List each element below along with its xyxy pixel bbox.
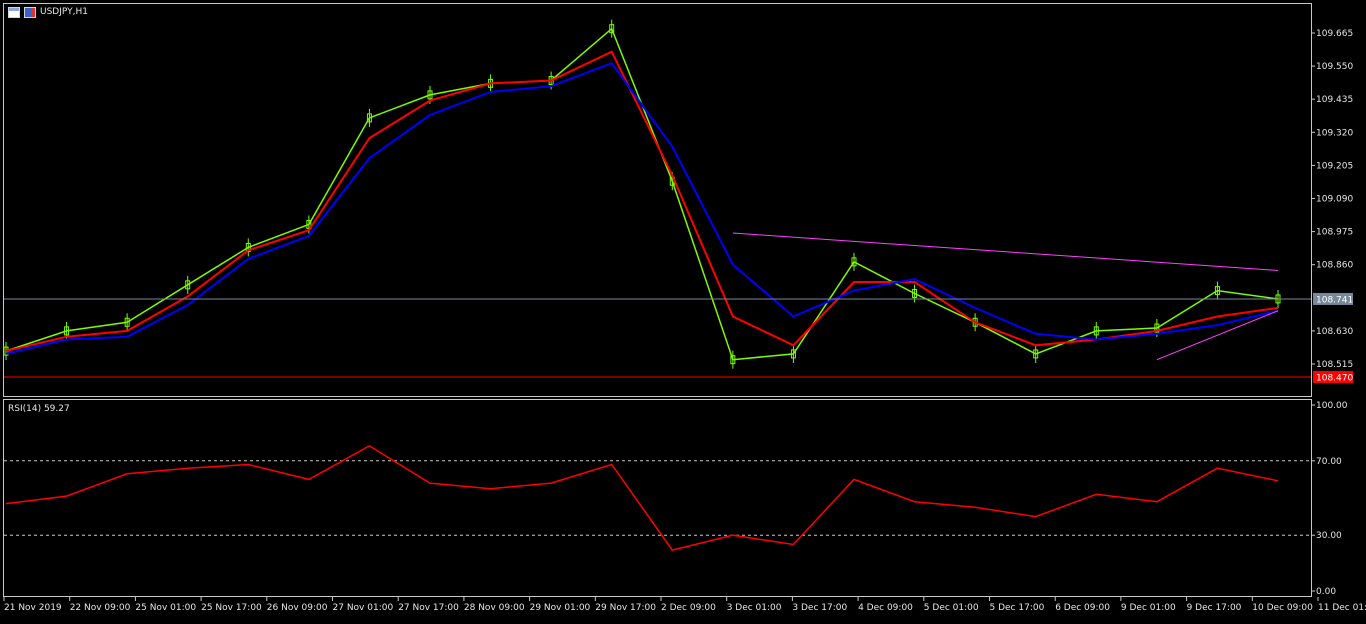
price-tick-label: 109.435 [1316,95,1353,105]
window-icon [8,6,20,18]
time-tick-label: 3 Dec 17:00 [792,603,847,613]
time-tick-label: 3 Dec 01:00 [727,603,782,613]
chart-window[interactable]: 109.665 109.550 109.435 109.320 109.205 109.0… [0,0,1366,620]
chart-header: USDJPY,H1 [8,5,88,19]
time-tick-label: 10 Dec 09:00 [1252,603,1313,613]
price-tick-label: 109.665 [1316,29,1353,39]
time-tick-label: 29 Nov 01:00 [530,603,591,613]
time-tick-label: 27 Nov 01:00 [333,603,394,613]
price-tick-label: 109.320 [1316,128,1353,138]
chart-canvas[interactable]: 109.665 109.550 109.435 109.320 109.205 109.0… [0,0,1366,620]
level-price-label: 108.470 [1316,373,1353,383]
current-price-label: 108.741 [1316,295,1353,305]
time-tick-label: 5 Dec 17:00 [990,603,1045,613]
time-tick-label: 9 Dec 01:00 [1121,603,1176,613]
time-tick-label: 5 Dec 01:00 [924,603,979,613]
rsi-tick-label: 100.00 [1316,401,1348,411]
rsi-tick-label: 70.00 [1316,457,1342,467]
time-tick-label: 25 Nov 17:00 [201,603,262,613]
symbol-label: USDJPY,H1 [40,7,88,17]
price-tick-label: 109.550 [1316,62,1353,72]
flag-icon [24,6,36,18]
rsi-tick-label: 30.00 [1316,531,1342,541]
rsi-pane[interactable] [3,399,1312,597]
time-tick-label: 29 Nov 17:00 [595,603,656,613]
price-tick-label: 109.090 [1316,195,1353,205]
time-tick-label: 6 Dec 09:00 [1055,603,1110,613]
time-tick-label: 2 Dec 09:00 [661,603,716,613]
price-tick-label: 108.515 [1316,360,1353,370]
time-tick-label: 22 Nov 09:00 [70,603,131,613]
price-tick-label: 108.630 [1316,327,1353,337]
rsi-label: RSI(14) 59.27 [8,404,70,414]
price-tick-label: 109.205 [1316,161,1353,171]
price-tick-label: 108.975 [1316,228,1353,238]
time-tick-label: 9 Dec 17:00 [1187,603,1242,613]
time-tick-label: 4 Dec 09:00 [858,603,913,613]
rsi-tick-label: 0.00 [1316,587,1336,597]
time-tick-label: 26 Nov 09:00 [267,603,328,613]
time-tick-label: 21 Nov 2019 [4,603,62,613]
time-tick-label: 25 Nov 01:00 [135,603,196,613]
time-tick-label: 28 Nov 09:00 [464,603,525,613]
time-tick-label: 11 Dec 01:00 [1318,603,1366,613]
time-tick-label: 27 Nov 17:00 [398,603,459,613]
price-tick-label: 108.860 [1316,261,1353,271]
